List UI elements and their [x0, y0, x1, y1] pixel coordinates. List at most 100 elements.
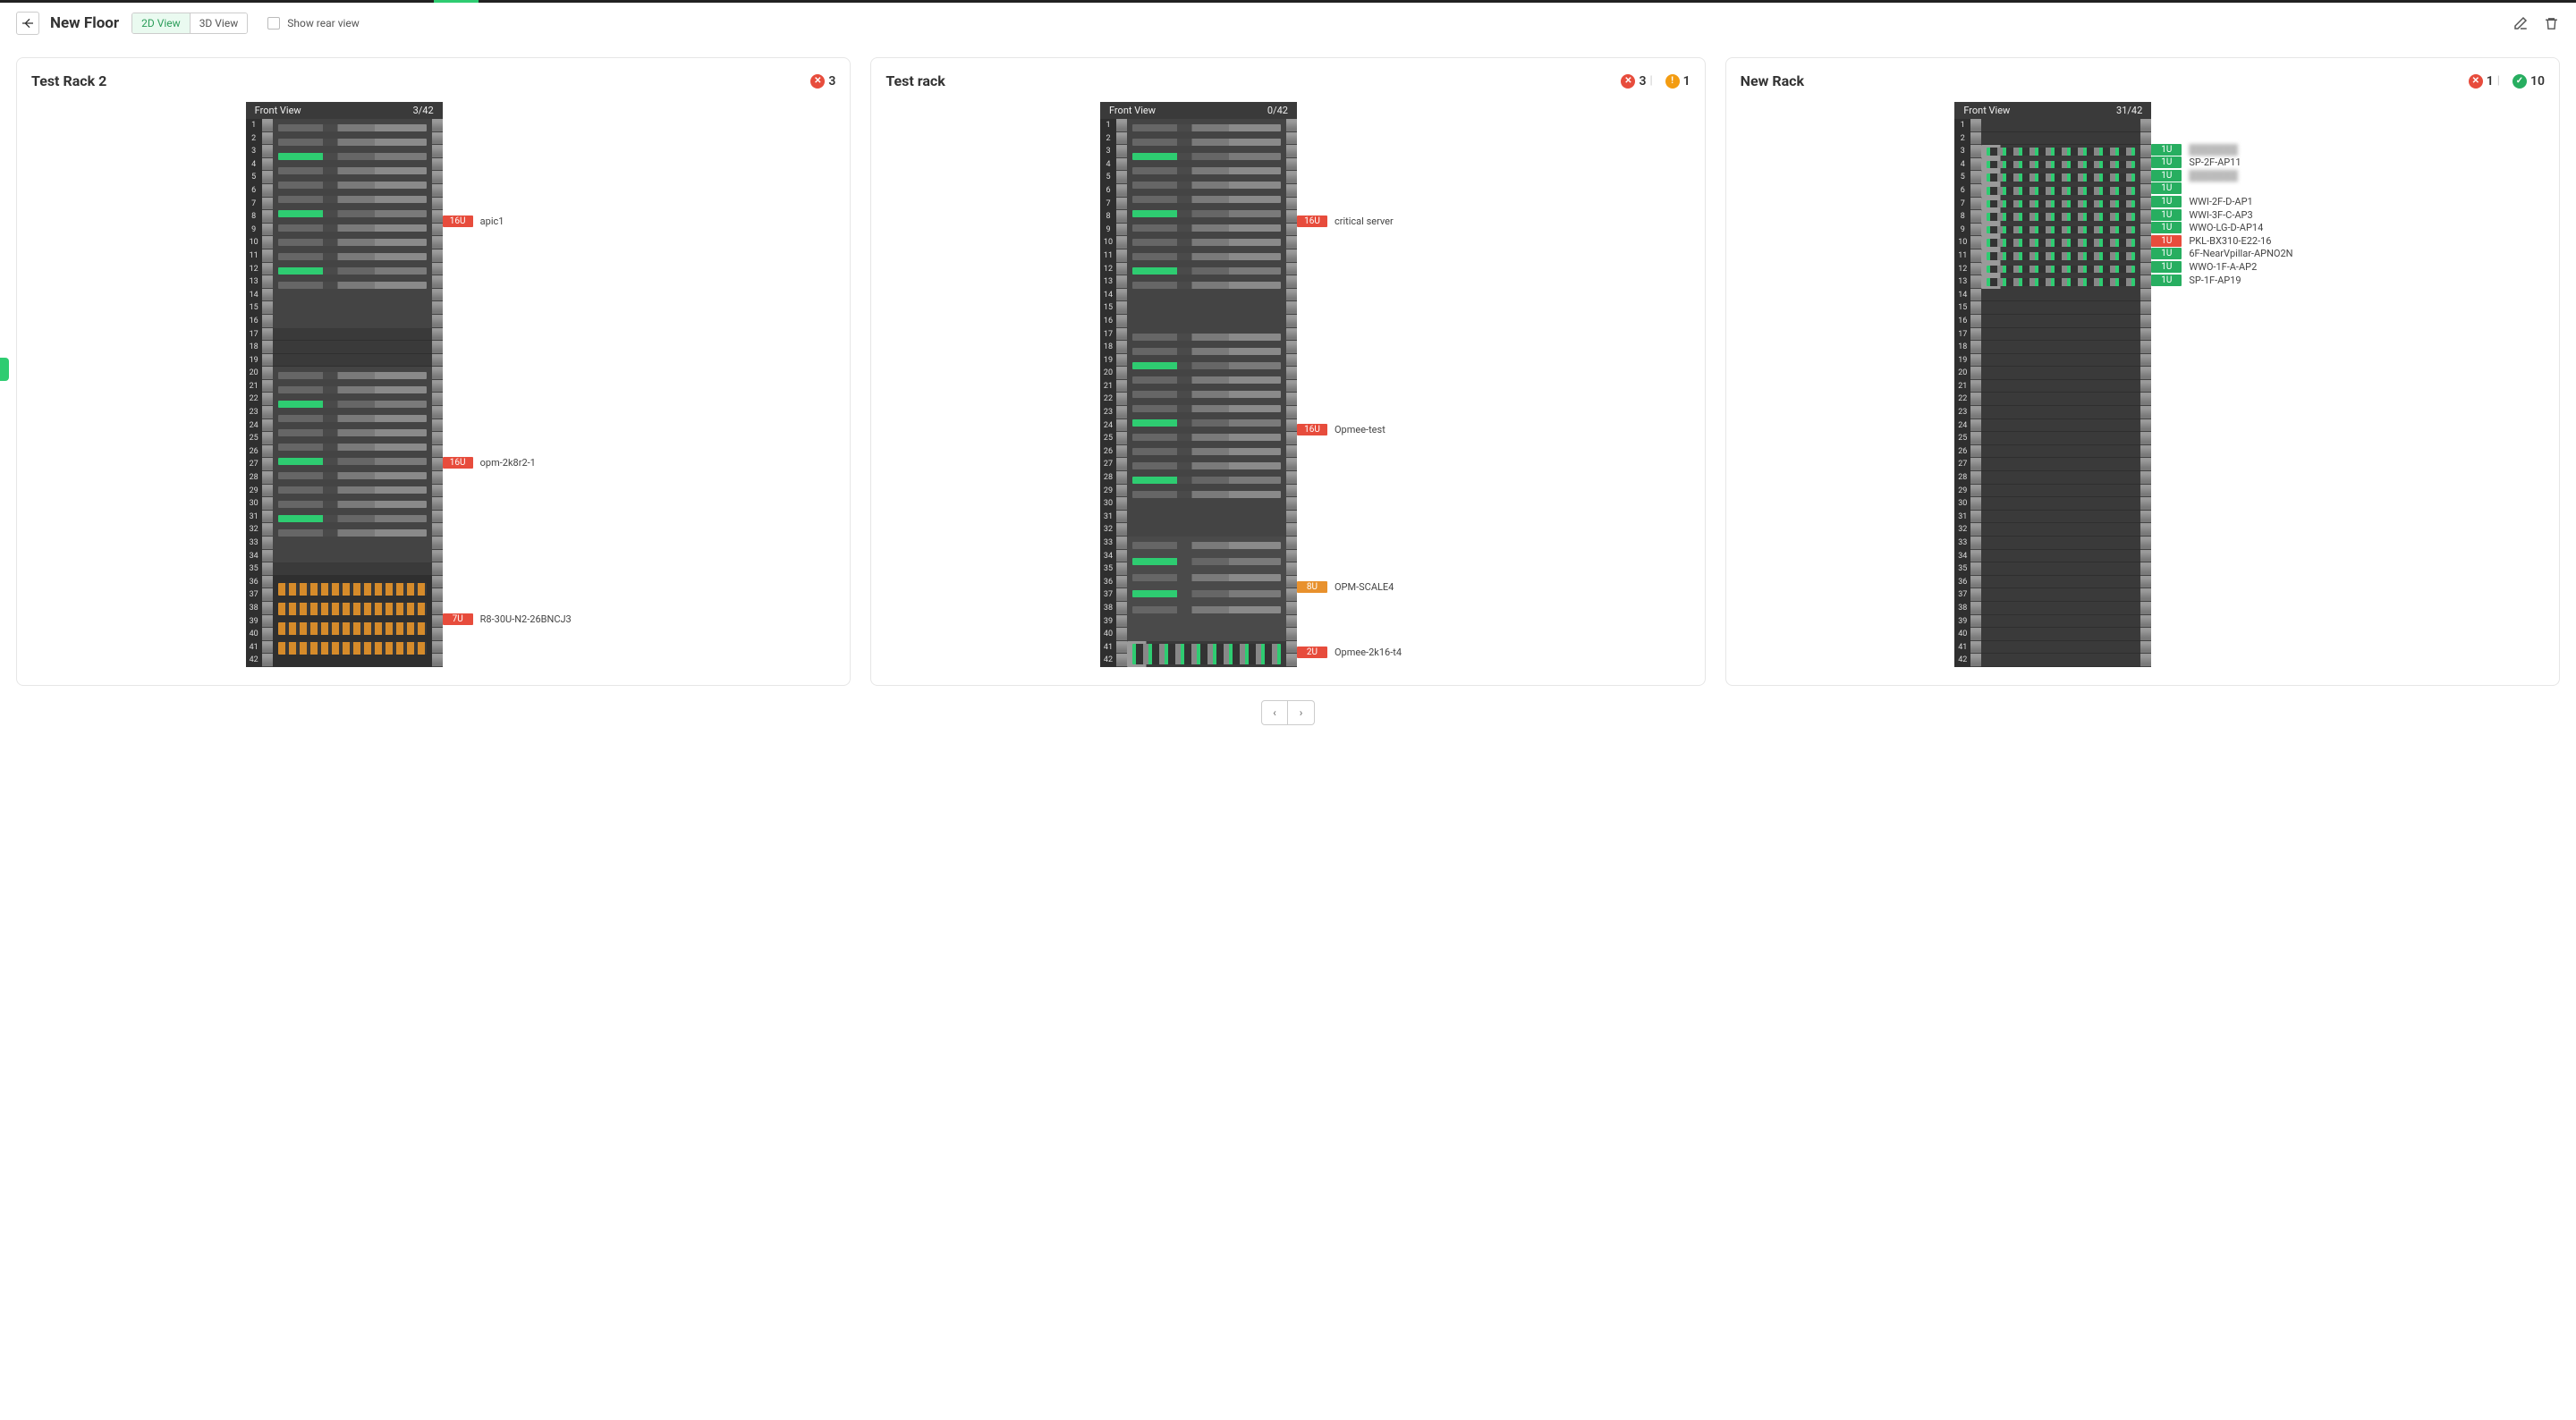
device-name: SP-2F-AP11	[2189, 156, 2241, 168]
u-size-tag: 1U	[2151, 261, 2182, 273]
device-label[interactable]: 1UWWI-3F-C-AP3	[2151, 209, 2252, 221]
device-label[interactable]: 1UWWI-2F-D-AP1	[2151, 196, 2252, 207]
device-label[interactable]: 1U███████	[2151, 170, 2238, 182]
pager: ‹ ›	[0, 700, 2576, 725]
device-label[interactable]: 16U apic1	[443, 216, 504, 227]
device-label[interactable]: 1U PKL-BX310-E22-16	[2151, 235, 2271, 247]
device-label[interactable]: 8UOPM-SCALE4	[1297, 581, 1394, 593]
device[interactable]	[273, 576, 432, 667]
device-label[interactable]: 1U███████	[2151, 144, 2238, 156]
pager-prev-button[interactable]: ‹	[1261, 700, 1288, 725]
view-toggle: 2D View 3D View	[131, 13, 248, 34]
device-name: WWI-2F-D-AP1	[2189, 196, 2252, 207]
device-label[interactable]: 16U Opmee-test	[1297, 424, 1385, 435]
device[interactable]	[1981, 184, 2140, 198]
device-name: R8-30U-N2-26BNCJ3	[480, 613, 572, 625]
rack-capacity: 31/42	[2116, 105, 2142, 116]
device[interactable]	[1981, 249, 2140, 263]
view-3d-button[interactable]: 3D View	[191, 13, 248, 33]
rack-card: New Rack✕1|✓10Front View31/4212345678910…	[1725, 57, 2560, 686]
u-size-tag: 16U	[443, 457, 473, 469]
device[interactable]	[1127, 537, 1286, 641]
device[interactable]	[1981, 263, 2140, 276]
device[interactable]	[273, 367, 432, 562]
device-name: Opmee-test	[1335, 424, 1385, 435]
rack-card: Test Rack 2✕3Front View3/421234567891011…	[16, 57, 851, 686]
device-label[interactable]: 16Ucritical server	[1297, 216, 1394, 227]
rack-capacity: 0/42	[1267, 105, 1288, 116]
side-drawer-handle[interactable]	[0, 358, 9, 381]
rack-front-view: Front View0/4212345678910111213141516171…	[1100, 102, 1297, 667]
device-label[interactable]: 16U opm-2k8r2-1	[443, 457, 536, 469]
device-label[interactable]: 2U Opmee-2k16-t4	[1297, 647, 1402, 658]
status-badge: ✓10	[2512, 74, 2545, 89]
u-size-tag: 16U	[443, 216, 473, 227]
rack-front-view: Front View31/421234567891011121314151617…	[1954, 102, 2151, 667]
status-badge: !1	[1665, 74, 1690, 89]
pager-next-button[interactable]: ›	[1288, 700, 1315, 725]
show-rear-label: Show rear view	[287, 17, 360, 30]
u-size-tag: 2U	[1297, 647, 1327, 658]
device[interactable]	[1127, 641, 1286, 667]
u-size-tag: 1U	[2151, 144, 2182, 156]
device[interactable]	[273, 119, 432, 328]
device-label[interactable]: 1USP-1F-AP19	[2151, 275, 2241, 286]
device-name: opm-2k8r2-1	[480, 457, 536, 469]
device-name: 6F-NearVpillar-APNO2N	[2189, 248, 2292, 259]
device[interactable]	[1981, 210, 2140, 224]
device[interactable]	[1981, 145, 2140, 158]
status-count: 10	[2530, 74, 2545, 89]
device-label[interactable]: 1U	[2151, 182, 2189, 194]
device[interactable]	[1981, 158, 2140, 172]
status-badge: ✕3	[1621, 74, 1646, 89]
error-icon: ✕	[810, 74, 825, 89]
view-2d-button[interactable]: 2D View	[132, 13, 191, 33]
device[interactable]	[1981, 275, 2140, 289]
device-label[interactable]: 7UR8-30U-N2-26BNCJ3	[443, 613, 572, 625]
page-header: New Floor 2D View 3D View Show rear view	[0, 3, 2576, 45]
device-name: Opmee-2k16-t4	[1335, 647, 1402, 658]
u-size-tag: 8U	[1297, 581, 1327, 593]
device[interactable]	[1981, 236, 2140, 249]
device-name: apic1	[480, 216, 504, 227]
device-name: critical server	[1335, 216, 1394, 227]
device-label[interactable]: 1UWWO-1F-A-AP2	[2151, 261, 2257, 273]
edit-button[interactable]	[2512, 14, 2529, 32]
rack-card: Test rack✕3|!1Front View0/42123456789101…	[870, 57, 1705, 686]
device-name: WWO-LG-D-AP14	[2189, 222, 2263, 233]
device[interactable]	[1127, 328, 1286, 537]
status-count: 3	[1639, 74, 1646, 89]
u-size-tag: 16U	[1297, 424, 1327, 435]
back-button[interactable]	[16, 12, 39, 35]
racks-container: Test Rack 2✕3Front View3/421234567891011…	[0, 45, 2576, 695]
front-view-label: Front View	[255, 105, 301, 116]
front-view-label: Front View	[1109, 105, 1156, 116]
device[interactable]	[1981, 198, 2140, 211]
status-badge: ✕3	[810, 74, 835, 89]
rack-title: Test Rack 2	[31, 72, 801, 89]
warning-icon: !	[1665, 74, 1680, 89]
page-title: New Floor	[50, 14, 119, 32]
error-icon: ✕	[2469, 74, 2483, 89]
u-size-tag: 1U	[2151, 248, 2182, 259]
rack-title: Test rack	[886, 72, 1612, 89]
checkbox-icon	[267, 17, 280, 30]
device-label[interactable]: 1U SP-2F-AP11	[2151, 156, 2241, 168]
u-size-tag: 1U	[2151, 156, 2182, 168]
rack-title: New Rack	[1741, 72, 2460, 89]
device-label[interactable]: 1U WWO-LG-D-AP14	[2151, 222, 2263, 233]
device-name: SP-1F-AP19	[2189, 275, 2241, 286]
device-name: PKL-BX310-E22-16	[2189, 235, 2271, 247]
device[interactable]	[1127, 119, 1286, 328]
rack-capacity: 3/42	[413, 105, 434, 116]
ok-icon: ✓	[2512, 74, 2527, 89]
status-badge: ✕1	[2469, 74, 2494, 89]
u-size-tag: 1U	[2151, 222, 2182, 233]
device[interactable]	[1981, 171, 2140, 184]
device-label[interactable]: 1U 6F-NearVpillar-APNO2N	[2151, 248, 2292, 259]
show-rear-toggle[interactable]: Show rear view	[267, 17, 360, 30]
device[interactable]	[1981, 224, 2140, 237]
delete-button[interactable]	[2542, 14, 2560, 32]
u-size-tag: 1U	[2151, 170, 2182, 182]
u-size-tag: 1U	[2151, 235, 2182, 247]
